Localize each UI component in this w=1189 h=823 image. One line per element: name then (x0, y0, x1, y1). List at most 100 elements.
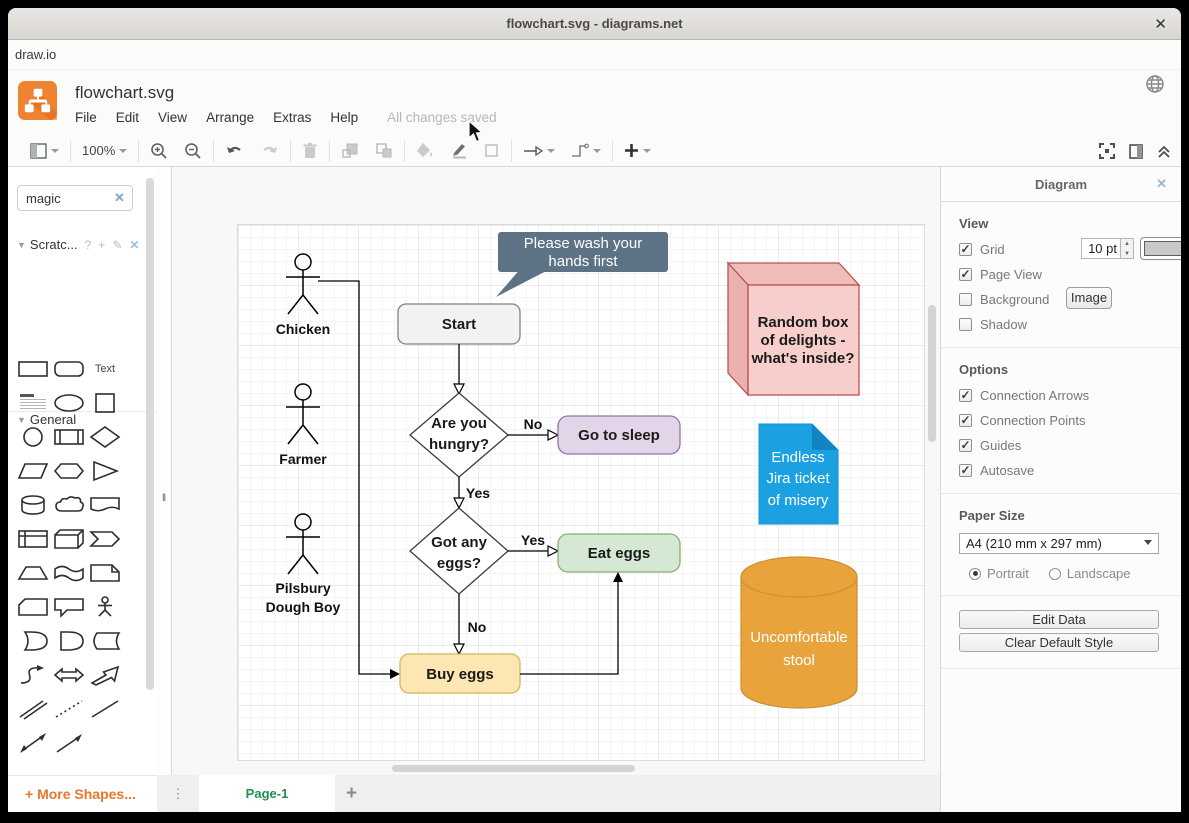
shape-hexagon[interactable] (52, 459, 86, 482)
waypoint-style-button[interactable] (563, 143, 609, 158)
zoom-out-button[interactable] (176, 142, 210, 160)
menu-view[interactable]: View (158, 110, 187, 125)
menu-arrange[interactable]: Arrange (206, 110, 254, 125)
window-close-button[interactable]: ✕ (1154, 15, 1167, 33)
canvas-vertical-scrollbar[interactable] (928, 305, 936, 442)
shape-bidirectional-arrow[interactable] (52, 663, 86, 686)
app-menu-drawio[interactable]: draw.io (15, 47, 56, 62)
menu-extras[interactable]: Extras (273, 110, 311, 125)
edge-label-yes1[interactable]: Yes (466, 485, 490, 501)
box3d-line2[interactable]: of delights - (761, 332, 846, 349)
node-buy-label[interactable]: Buy eggs (426, 666, 494, 683)
image-button[interactable]: Image (1066, 287, 1112, 309)
shape-link[interactable] (16, 697, 50, 720)
canvas-horizontal-scrollbar[interactable] (392, 765, 635, 772)
background-checkbox[interactable] (959, 293, 972, 306)
page-view-checkbox[interactable]: ✓ (959, 268, 972, 281)
shape-search-input[interactable] (26, 191, 112, 206)
actor-chicken[interactable] (286, 254, 320, 314)
shape-square[interactable] (88, 391, 122, 414)
zoom-in-button[interactable] (142, 142, 176, 160)
format-panel-toggle-icon[interactable] (1129, 144, 1143, 159)
tab-diagram[interactable]: Diagram (1035, 177, 1087, 192)
shape-process[interactable] (52, 425, 86, 448)
shape-tape[interactable] (52, 561, 86, 584)
line-color-button[interactable] (442, 142, 476, 159)
box3d-line3[interactable]: what's inside? (751, 350, 855, 367)
scratchpad-edit-icon[interactable]: ✎ (112, 238, 122, 252)
node-hungry[interactable] (410, 393, 508, 477)
zoom-dropdown[interactable]: 100% (74, 143, 135, 158)
page-tab-1[interactable]: Page-1 (199, 775, 335, 812)
grid-checkbox[interactable]: ✓ (959, 243, 972, 256)
callout-wash-hands[interactable]: Please wash your hands first (496, 232, 668, 297)
guides-checkbox[interactable]: ✓ (959, 439, 972, 452)
shape-rounded-rectangle[interactable] (52, 357, 86, 380)
shape-line[interactable] (88, 697, 122, 720)
fill-color-button[interactable] (408, 142, 442, 159)
clear-default-style-button[interactable]: Clear Default Style (959, 633, 1159, 652)
menu-help[interactable]: Help (330, 110, 358, 125)
shape-parallelogram[interactable] (16, 459, 50, 482)
search-clear-icon[interactable]: ✕ (114, 190, 125, 206)
shape-textbox[interactable] (16, 391, 50, 414)
fullscreen-icon[interactable] (1099, 143, 1115, 159)
panel-close-icon[interactable]: ✕ (1156, 176, 1167, 192)
menu-file[interactable]: File (75, 110, 97, 125)
actor-pilsbury-label[interactable]: Pilsbury (275, 580, 330, 596)
autosave-checkbox[interactable]: ✓ (959, 464, 972, 477)
shape-ellipse[interactable] (52, 391, 86, 414)
more-shapes-button[interactable]: + More Shapes... (25, 786, 136, 802)
to-back-button[interactable] (367, 142, 401, 159)
edit-data-button[interactable]: Edit Data (959, 610, 1159, 629)
grid-color-swatch[interactable] (1140, 237, 1181, 260)
shape-cube[interactable] (52, 527, 86, 550)
pages-menu-button[interactable]: ⋮ (157, 775, 199, 812)
shape-document[interactable] (88, 493, 122, 516)
node-eggs-line2[interactable]: eggs? (437, 555, 481, 572)
node-start-label[interactable]: Start (442, 316, 476, 333)
actor-farmer-label[interactable]: Farmer (279, 451, 327, 467)
landscape-radio[interactable] (1049, 568, 1061, 580)
shape-bidirectional-connector[interactable] (16, 731, 50, 754)
diagram-canvas[interactable]: Chicken Farmer Pilsbury Dough Boy Please… (172, 167, 940, 775)
actor-farmer[interactable] (286, 384, 320, 444)
delete-button[interactable] (294, 142, 326, 159)
node-hungry-line2[interactable]: hungry? (429, 436, 489, 453)
grid-size-input[interactable]: 10 pt (1081, 238, 1121, 259)
undo-button[interactable] (217, 143, 252, 159)
shape-card[interactable] (16, 595, 50, 618)
connection-arrows-checkbox[interactable]: ✓ (959, 389, 972, 402)
shape-arrow[interactable] (88, 663, 122, 686)
edge-label-yes2[interactable]: Yes (521, 532, 545, 548)
shape-or[interactable] (16, 629, 50, 652)
node-eggs-line1[interactable]: Got any (431, 534, 487, 551)
connection-points-checkbox[interactable]: ✓ (959, 414, 972, 427)
edge-label-no2[interactable]: No (468, 619, 487, 635)
collapse-toolbar-icon[interactable] (1157, 145, 1171, 158)
edge-chicken-buy[interactable] (318, 281, 390, 674)
actor-pilsbury[interactable] (286, 514, 320, 574)
scratchpad-add-icon[interactable]: + (98, 238, 105, 252)
shape-and[interactable] (52, 629, 86, 652)
shadow-checkbox[interactable] (959, 318, 972, 331)
shape-note[interactable] (88, 561, 122, 584)
shape-data-storage[interactable] (88, 629, 122, 652)
shape-text[interactable]: Text (88, 357, 122, 380)
shape-actor[interactable] (88, 595, 122, 618)
scratchpad-help-icon[interactable]: ? (85, 238, 92, 252)
shape-cloud[interactable] (52, 493, 86, 516)
grid-size-stepper[interactable]: ▲▼ (1121, 238, 1134, 259)
shape-callout[interactable] (52, 595, 86, 618)
actor-pilsbury-label2[interactable]: Dough Boy (266, 599, 341, 615)
shape-dashed-line[interactable] (52, 697, 86, 720)
node-eggs-question[interactable] (410, 508, 508, 594)
portrait-radio[interactable] (969, 568, 981, 580)
shape-curve[interactable] (16, 663, 50, 686)
language-globe-icon[interactable] (1145, 74, 1165, 94)
actor-chicken-label[interactable]: Chicken (276, 321, 330, 337)
shape-step[interactable] (88, 527, 122, 550)
connection-arrow-style-button[interactable] (515, 145, 563, 157)
redo-button[interactable] (252, 143, 287, 159)
to-front-button[interactable] (333, 142, 367, 159)
